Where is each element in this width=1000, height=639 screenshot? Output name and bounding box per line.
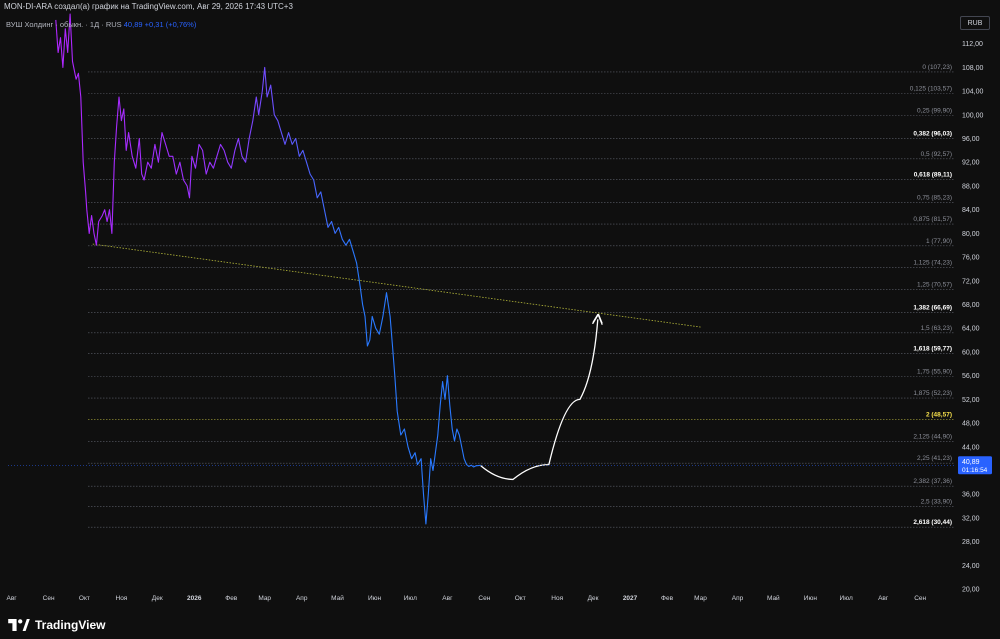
price-tick-11: 64,00 [962,326,980,333]
fib-label-14: 1,75 (55,90) [917,368,952,375]
price-tick-12: 68,00 [962,302,980,309]
fib-label-16: 2 (48,57) [926,412,952,419]
price-tick-3: 32,00 [962,515,980,522]
time-tick-11: Июл [404,595,417,602]
time-tick-4: Дек [152,595,163,602]
time-tick-25: Сен [914,595,926,602]
price-tick-6: 44,00 [962,444,980,451]
price-tick-23: 112,00 [962,41,983,48]
price-tick-17: 88,00 [962,183,980,190]
footer: TradingView [0,606,1000,639]
currency-button[interactable]: RUB [960,16,990,30]
time-tick-5: 2026 [187,595,202,602]
symbol-name: ВУШ Холдинг · обыкн. · 1Д · RUS [6,20,122,29]
fib-label-1: 0,125 (103,57) [910,86,952,93]
price-tick-13: 72,00 [962,278,980,285]
fib-label-7: 0,875 (81,57) [913,216,952,223]
trendline-layer [92,243,701,328]
price-tick-19: 96,00 [962,136,980,143]
legend-change: +0,31 (+0,76%) [144,20,197,29]
fib-label-6: 0,75 (85,23) [917,194,952,201]
fib-label-12: 1,5 (63,23) [921,325,952,332]
time-axis[interactable]: Авг Сен Окт Ноя Дек 2026 Фев Мар Апр Май Июн Июл Авг… [6,594,926,602]
time-tick-24: Авг [878,595,889,602]
projection-arrow [480,319,598,481]
fib-label-18: 2,25 (41,23) [917,455,952,462]
brand-name: TradingView [35,618,106,632]
price-tick-7: 48,00 [962,421,980,428]
fib-label-4: 0,5 (92,57) [921,151,952,158]
time-tick-8: Апр [296,595,308,602]
time-tick-3: Ноя [116,595,128,602]
time-tick-1: Сен [43,595,55,602]
tradingview-logo-icon [8,619,30,631]
time-tick-13: Сен [478,595,490,602]
price-tick-2: 28,00 [962,539,980,546]
time-tick-21: Май [767,594,780,602]
last-price-countdown: 01:16:54 [962,467,988,474]
time-tick-0: Авг [6,595,17,602]
time-tick-14: Окт [515,595,526,602]
time-tick-19: Мар [694,595,707,602]
price-tick-8: 52,00 [962,397,980,404]
price-tick-21: 104,00 [962,89,984,96]
trendline [92,243,701,328]
fib-label-3: 0,382 (96,03) [913,130,952,137]
fib-label-19: 2,382 (37,36) [913,478,952,485]
price-tick-14: 76,00 [962,255,980,262]
time-tick-2: Окт [79,595,90,602]
time-tick-6: Фев [225,595,238,602]
price-tick-9: 56,00 [962,373,980,380]
time-tick-18: Фев [661,595,674,602]
time-tick-22: Июн [804,595,818,602]
fib-label-8: 1 (77,90) [926,238,952,245]
fib-label-5: 0,618 (89,11) [914,171,952,178]
price-line [55,13,481,525]
price-tick-0: 20,00 [962,587,980,594]
fib-label-9: 1,125 (74,23) [913,260,952,267]
time-tick-23: Июл [840,595,853,602]
price-axis[interactable]: 20,0024,0028,0032,0036,0040,0044,0048,00… [956,0,1000,606]
time-tick-7: Мар [258,595,271,602]
fib-label-11: 1,382 (66,69) [913,304,952,311]
fib-label-17: 2,125 (44,90) [913,433,952,440]
tradingview-logo[interactable]: TradingView [8,618,105,632]
time-tick-10: Июн [368,595,382,602]
fib-label-0: 0 (107,23) [922,64,952,71]
fib-label-10: 1,25 (70,57) [917,281,952,288]
time-tick-12: Авг [442,595,453,602]
last-price-tag: 40,8901:16:54 [8,456,992,475]
price-tick-4: 36,00 [962,492,980,499]
fib-label-21: 2,618 (30,44) [913,519,952,526]
fib-label-15: 1,875 (52,23) [913,390,952,397]
fib-label-20: 2,5 (33,90) [921,499,952,506]
price-chart[interactable]: 0 (107,23) 0,125 (103,57) 0,25 (99,90) 0,38… [0,0,1000,606]
time-tick-20: Апр [732,595,744,602]
price-tick-1: 24,00 [962,563,980,570]
symbol-legend[interactable]: ВУШ Холдинг · обыкн. · 1Д · RUS 40,89 +0… [6,20,196,29]
price-tick-22: 108,00 [962,65,984,72]
legend-last-price: 40,89 [123,20,143,29]
projection-arrow-layer [480,319,598,481]
price-tick-16: 84,00 [962,207,980,214]
fib-label-2: 0,25 (99,90) [917,107,952,114]
price-tick-10: 60,00 [962,349,980,356]
price-series-layer [55,13,481,525]
time-tick-9: Май [331,594,344,602]
time-tick-15: Ноя [551,595,563,602]
price-tick-20: 100,00 [962,112,984,119]
price-tick-15: 80,00 [962,231,980,238]
time-tick-17: 2027 [623,595,638,602]
price-tick-18: 92,00 [962,160,980,167]
fibonacci-levels: 0 (107,23) 0,125 (103,57) 0,25 (99,90) 0,38… [88,64,954,528]
chart-window: MON-DI-ARA создал(а) график на TradingVi… [0,0,1000,639]
fib-label-13: 1,618 (59,77) [913,345,952,352]
time-tick-16: Дек [588,595,599,602]
last-price-value: 40,89 [962,459,980,466]
